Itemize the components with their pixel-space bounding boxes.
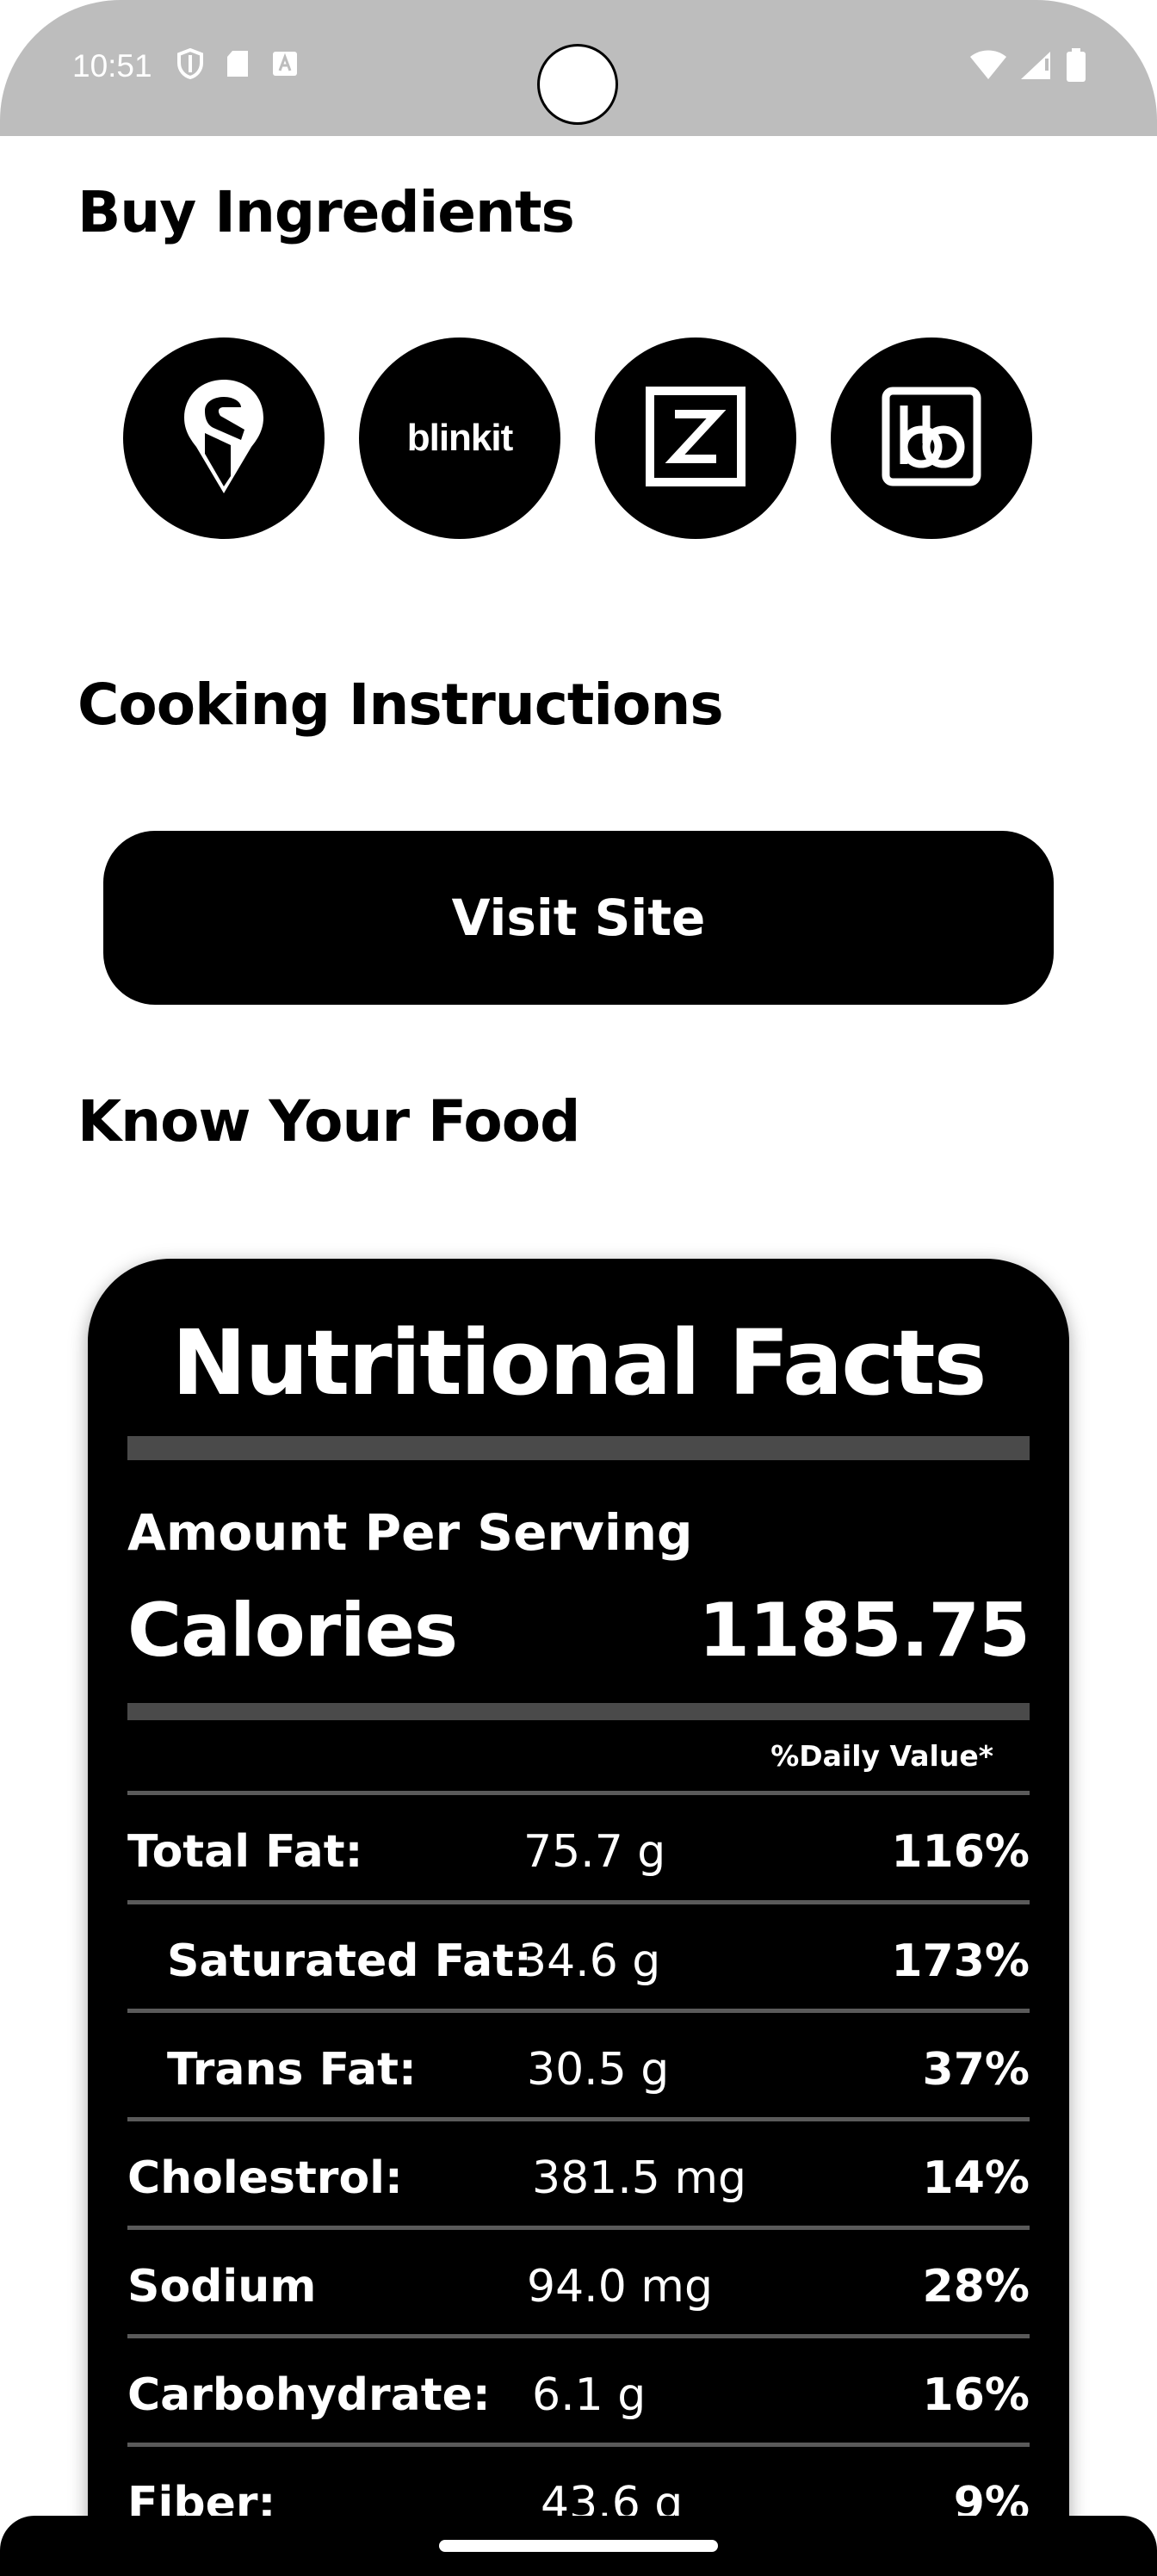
- daily-value-label: %Daily Value*: [770, 1739, 993, 1773]
- nutrient-daily-value: 16%: [922, 2369, 1030, 2421]
- nutrient-amount: 6.1 g: [532, 2369, 647, 2421]
- zepto-button[interactable]: [595, 337, 796, 539]
- nutrient-amount: 75.7 g: [523, 1826, 666, 1878]
- camera-cutout: [537, 44, 618, 125]
- calories-value: 1185.75: [698, 1588, 1030, 1674]
- nutrient-row-trans-fat: Trans Fat: 30.5 g 37%: [127, 2013, 1030, 2121]
- visit-site-button[interactable]: Visit Site: [103, 831, 1054, 1005]
- nutrient-label: Carbohydrate:: [127, 2369, 491, 2421]
- nutrient-daily-value: 116%: [891, 1826, 1030, 1878]
- keyboard-a-icon: [272, 51, 298, 77]
- calories-label: Calories: [127, 1588, 458, 1674]
- bigbasket-button[interactable]: [831, 337, 1032, 539]
- nutrient-amount: 34.6 g: [518, 1935, 661, 1987]
- know-your-food-heading: Know Your Food: [77, 1088, 580, 1155]
- signal-icon: [1019, 50, 1054, 84]
- zepto-icon: [646, 387, 746, 490]
- calories-divider: [127, 1703, 1030, 1720]
- nutrient-row-cholestrol: Cholestrol: 381.5 mg 14%: [127, 2121, 1030, 2230]
- nutrient-label: Saturated Fat:: [167, 1935, 532, 1987]
- bigbasket-icon: [882, 387, 981, 490]
- battery-icon: [1066, 48, 1086, 86]
- nutrition-facts-card: Nutritional Facts Amount Per Serving Cal…: [88, 1259, 1069, 2576]
- nutrient-daily-value: 14%: [922, 2152, 1030, 2204]
- status-icons-left: [177, 48, 298, 79]
- blinkit-button[interactable]: blinkit: [359, 337, 560, 539]
- sd-card-icon: [226, 49, 250, 78]
- nutrient-label: Trans Fat:: [167, 2044, 417, 2096]
- nutrient-row-carbohydrate: Carbohydrate: 6.1 g 16%: [127, 2338, 1030, 2447]
- wifi-icon: [969, 50, 1007, 84]
- thick-divider: [127, 1436, 1030, 1460]
- nutrient-daily-value: 37%: [922, 2044, 1030, 2096]
- home-gesture-handle[interactable]: [439, 2540, 718, 2552]
- screen: 10:51 Buy Ingredients blinkit Cooking In…: [0, 0, 1157, 2576]
- nutrient-label: Cholestrol:: [127, 2152, 403, 2204]
- blinkit-logo: blinkit: [406, 417, 514, 459]
- nutrient-amount: 30.5 g: [527, 2044, 670, 2096]
- nutrient-daily-value: 28%: [922, 2261, 1030, 2313]
- nutrient-row-saturated-fat: Saturated Fat: 34.6 g 173%: [127, 1904, 1030, 2013]
- buy-ingredients-heading: Buy Ingredients: [77, 179, 575, 245]
- nutrient-daily-value: 173%: [891, 1935, 1030, 1987]
- status-icons-right: [969, 48, 1086, 86]
- nutrition-title: Nutritional Facts: [171, 1310, 987, 1415]
- nutrient-row-sodium: Sodium 94.0 mg 28%: [127, 2230, 1030, 2338]
- nutrient-label: Sodium: [127, 2261, 317, 2313]
- cooking-instructions-heading: Cooking Instructions: [77, 672, 724, 738]
- amount-per-serving-label: Amount Per Serving: [127, 1503, 693, 1562]
- nutrient-row-total-fat: Total Fat: 75.7 g 116%: [127, 1795, 1030, 1904]
- nutrient-label: Total Fat:: [127, 1826, 363, 1878]
- shield-icon: [177, 48, 203, 79]
- nutrient-amount: 94.0 mg: [527, 2261, 713, 2313]
- store-buttons: blinkit: [123, 337, 1032, 539]
- nutrient-amount: 381.5 mg: [532, 2152, 747, 2204]
- swiggy-button[interactable]: [123, 337, 325, 539]
- status-bar: 10:51: [0, 0, 1157, 136]
- status-time: 10:51: [72, 48, 152, 84]
- swiggy-icon: [179, 376, 269, 500]
